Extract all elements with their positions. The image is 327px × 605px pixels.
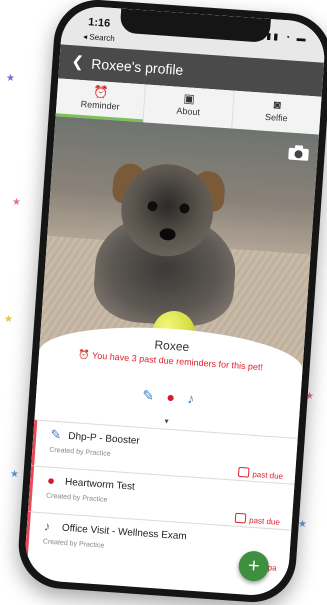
blood-drop-icon: ● (46, 472, 56, 489)
tab-reminder[interactable]: ⏰ Reminder (55, 78, 147, 123)
tab-selfie[interactable]: ◙ Selfie (232, 91, 322, 135)
reminder-source: Created by Practice (45, 492, 108, 504)
phone-screen: 1:16 ◂ Search ▮▮▮ ◔ ▬ ❮ Roxee's profile … (23, 4, 327, 598)
back-to-search-link[interactable]: ◂ Search (83, 32, 115, 43)
reminder-source: Created by Practice (42, 538, 105, 550)
tab-about[interactable]: ▣ About (143, 84, 235, 129)
stethoscope-icon[interactable]: ♪ (187, 390, 195, 406)
star-icon: ★ (12, 197, 21, 208)
calendar-icon (238, 466, 250, 478)
blood-drop-icon[interactable]: ● (166, 389, 176, 406)
reminder-source: Created by Practice (49, 446, 111, 458)
syringe-icon[interactable]: ✎ (142, 387, 155, 405)
star-icon: ★ (298, 519, 307, 530)
alarm-clock-icon: ⏰ (78, 349, 93, 361)
page-title: Roxee's profile (90, 55, 184, 78)
phone-frame: 1:16 ◂ Search ▮▮▮ ◔ ▬ ❮ Roxee's profile … (15, 0, 327, 605)
status-badge: past due (234, 512, 281, 527)
star-icon: ★ (6, 73, 15, 84)
syringe-icon: ✎ (49, 426, 62, 443)
reminder-title: Dhp-P - Booster (67, 430, 141, 447)
stethoscope-icon: ♪ (43, 518, 51, 534)
camera-icon[interactable] (287, 145, 310, 162)
status-text: past due (252, 469, 284, 481)
status-text: pa (267, 563, 277, 573)
status-text: past due (248, 515, 281, 527)
chevron-left-icon[interactable]: ❮ (71, 52, 85, 71)
star-icon: ★ (10, 469, 19, 480)
calendar-icon (234, 512, 247, 524)
status-badge: past due (238, 466, 284, 481)
status-time: 1:16 (87, 16, 111, 30)
reminder-title: Office Visit - Wellness Exam (61, 522, 188, 543)
reminder-title: Heartworm Test (64, 476, 136, 493)
star-icon: ★ (4, 314, 13, 325)
